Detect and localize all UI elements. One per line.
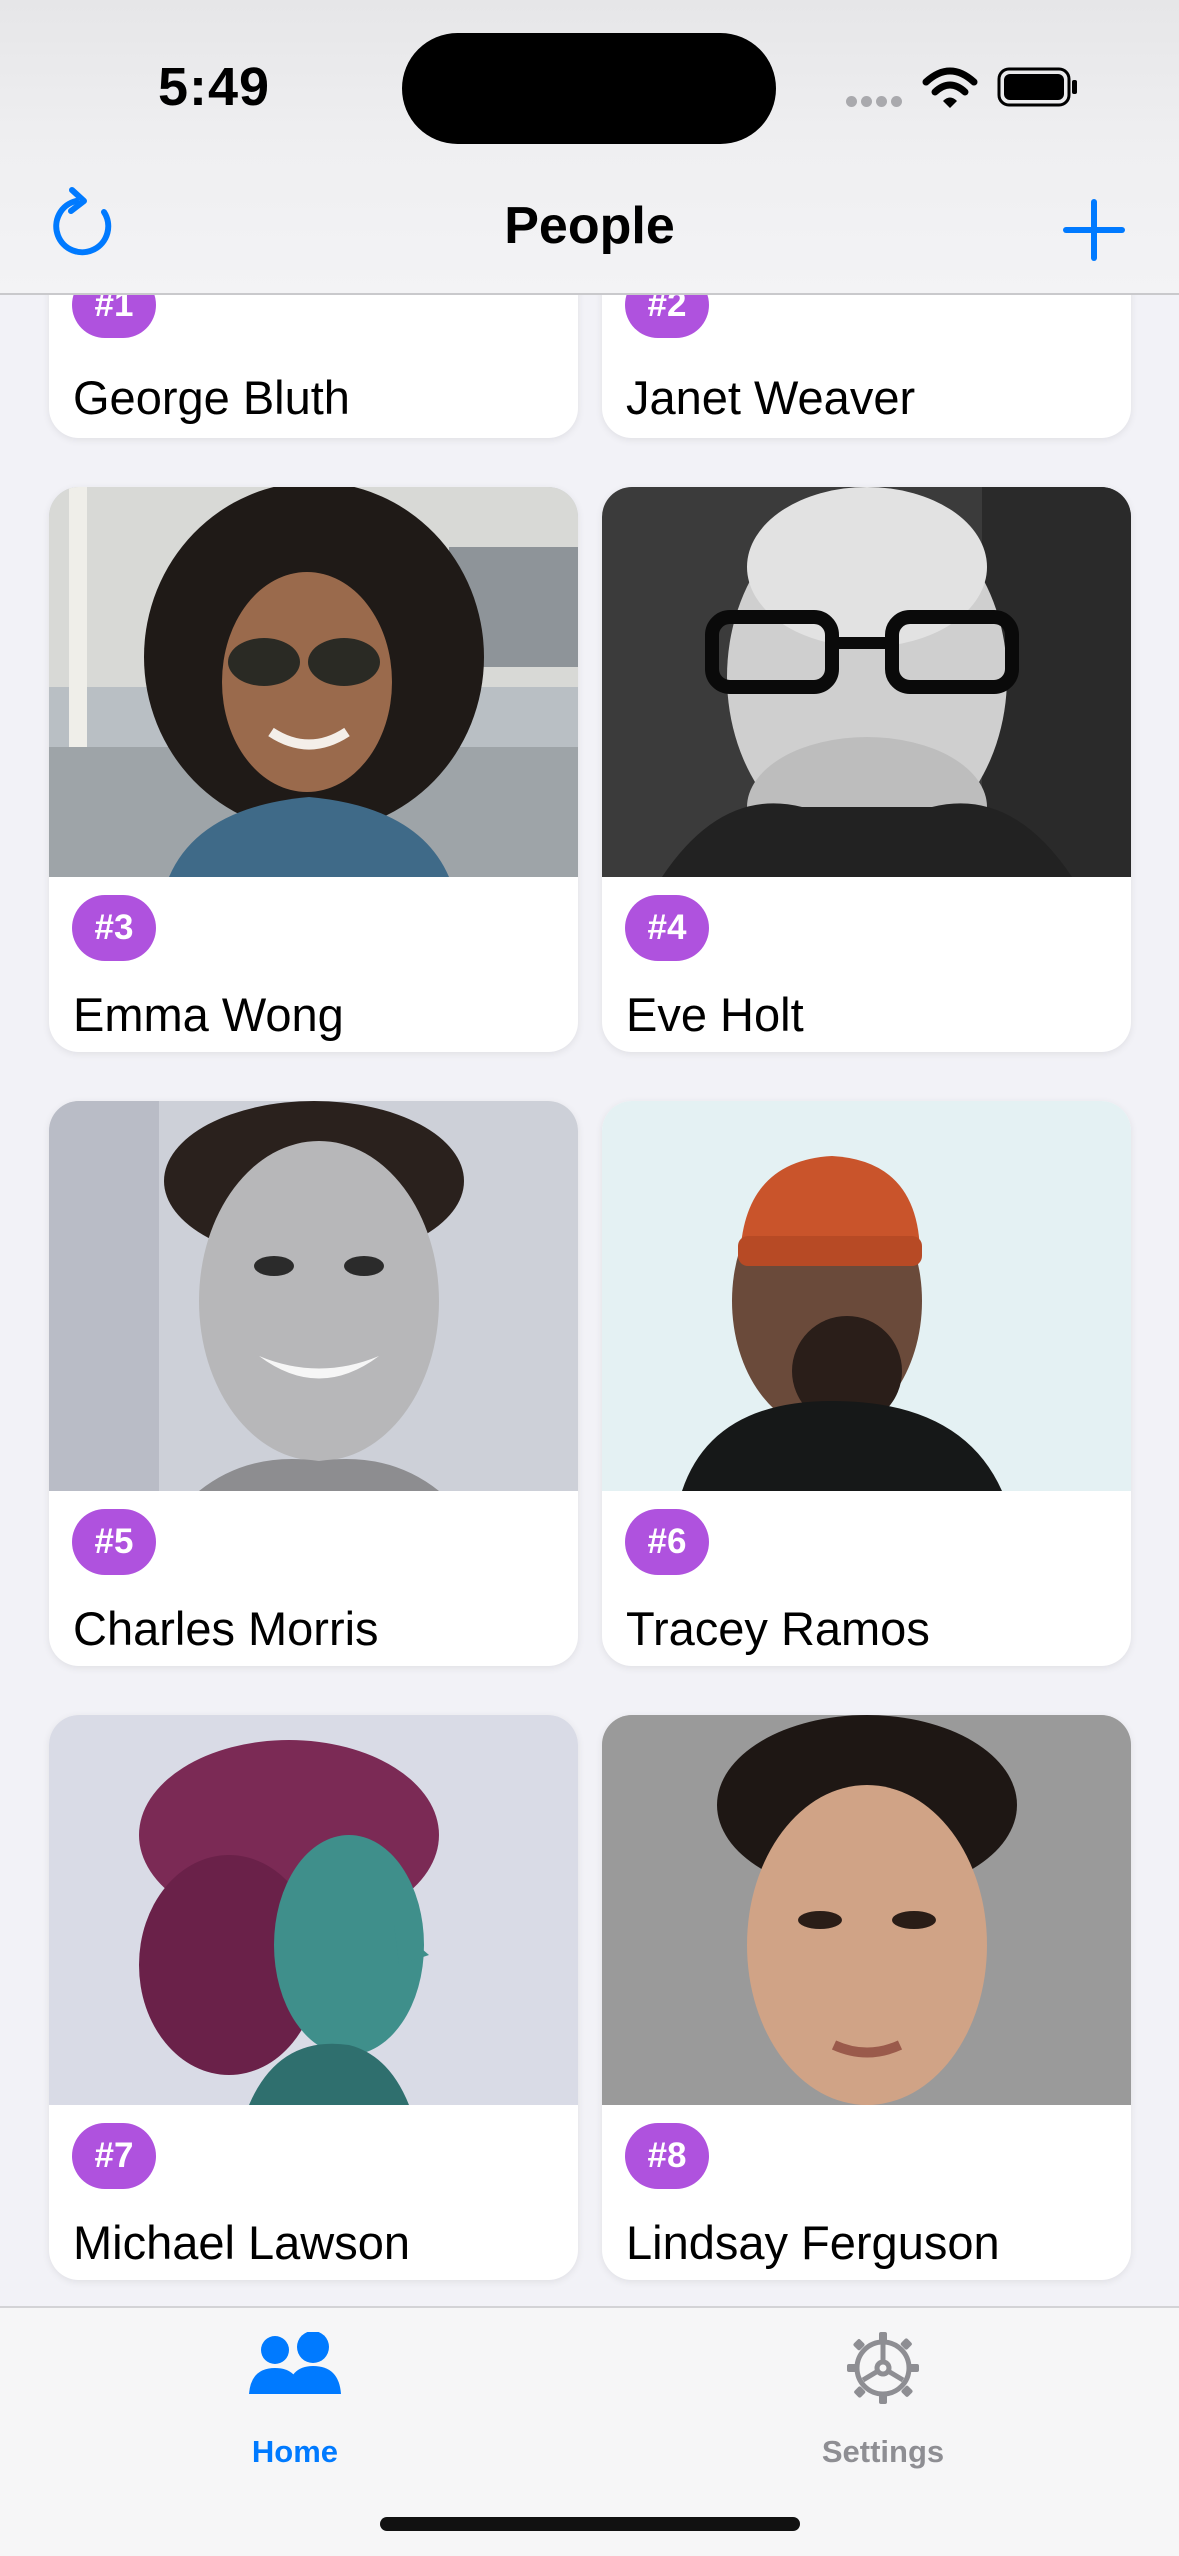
person-card-5[interactable]: #5 Charles Morris	[49, 1101, 578, 1666]
person-id-badge: #8	[625, 2123, 709, 2189]
person-name: Janet Weaver	[626, 371, 916, 424]
person-avatar	[49, 487, 578, 877]
person-avatar	[602, 487, 1131, 877]
tab-settings[interactable]: Settings	[733, 2328, 1033, 2469]
status-time: 5:49	[158, 57, 271, 117]
person-card-8[interactable]: #8 Lindsay Ferguson	[602, 1715, 1131, 2280]
person-id-badge: #7	[72, 2123, 156, 2189]
person-id-badge: #3	[72, 895, 156, 961]
dynamic-island	[402, 33, 776, 144]
person-avatar	[602, 1715, 1131, 2105]
person-card-3[interactable]: #3 Emma Wong	[49, 487, 578, 1052]
person-id-badge: #5	[72, 1509, 156, 1575]
person-id-badge: #4	[625, 895, 709, 961]
person-card-7[interactable]: #7 Michael Lawson	[49, 1715, 578, 2280]
gear-icon	[847, 2332, 919, 2404]
person-card-4[interactable]: #4 Eve Holt	[602, 487, 1131, 1052]
person-avatar	[49, 1715, 578, 2105]
battery-icon	[997, 67, 1077, 107]
person-name: Lindsay Ferguson	[626, 2216, 1000, 2269]
person-avatar	[602, 1101, 1131, 1491]
home-indicator[interactable]	[380, 2517, 800, 2531]
person-card-6[interactable]: #6 Tracey Ramos	[602, 1101, 1131, 1666]
people-icon	[249, 2332, 341, 2394]
page-title: People	[504, 197, 675, 255]
person-name: Eve Holt	[626, 988, 804, 1041]
app-screen: #1 George Bluth #2 Janet Weaver #3 Emma …	[0, 0, 1179, 2556]
tab-settings-label: Settings	[821, 2434, 945, 2469]
cellular-signal-icon	[846, 96, 904, 110]
wifi-icon	[922, 67, 978, 108]
person-name: Charles Morris	[73, 1602, 379, 1655]
add-button[interactable]	[1058, 194, 1130, 266]
person-name: Michael Lawson	[73, 2216, 411, 2269]
person-id-badge: #6	[625, 1509, 709, 1575]
people-grid[interactable]: #1 George Bluth #2 Janet Weaver #3 Emma …	[0, 0, 1179, 2300]
tab-home[interactable]: Home	[145, 2328, 445, 2469]
tab-home-label: Home	[251, 2434, 339, 2469]
person-name: Emma Wong	[73, 988, 344, 1041]
person-name: Tracey Ramos	[626, 1602, 930, 1655]
top-bar: 5:49 People	[0, 0, 1179, 295]
person-name: George Bluth	[73, 371, 350, 424]
person-avatar	[49, 1101, 578, 1491]
